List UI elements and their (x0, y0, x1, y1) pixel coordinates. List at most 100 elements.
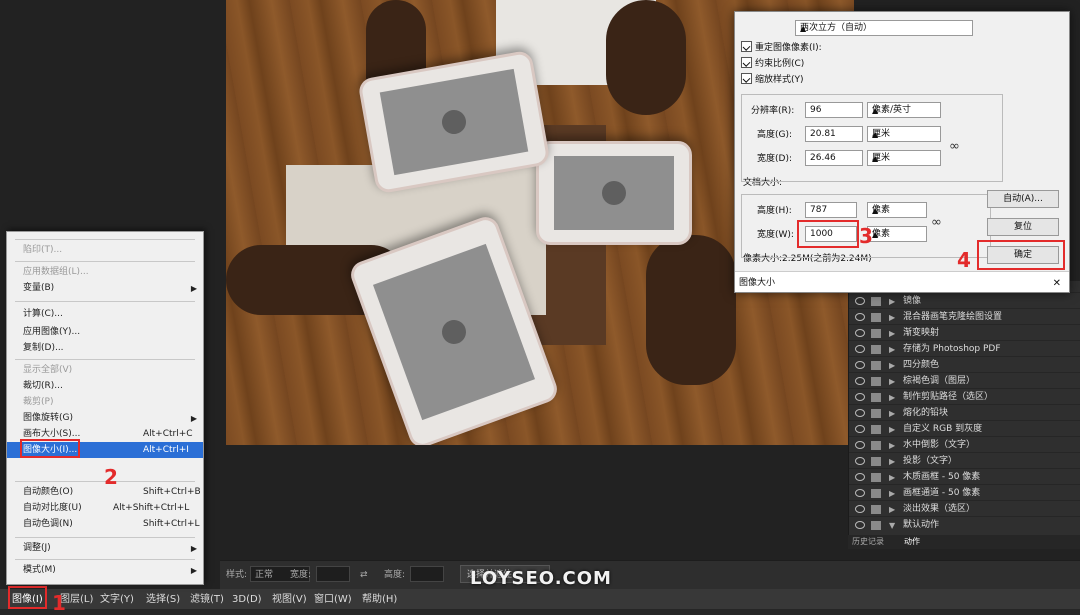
height-input[interactable] (410, 566, 444, 582)
menu-bar: 图像(I) 图层(L) 文字(Y) 选择(S) 滤镜(T) 3D(D) 视图(V… (0, 586, 1080, 609)
resolution-unit-select[interactable]: 像素/英寸 ▲ (867, 102, 941, 118)
height-input[interactable]: 787 (805, 202, 857, 218)
menu-item-auto-tone[interactable]: 自动色调(N) Shift+Ctrl+L (7, 516, 203, 532)
menu-item-reveal-all[interactable]: 显示全部(V) (7, 362, 203, 378)
checkmark-icon (855, 377, 865, 385)
resample-checkbox[interactable] (741, 41, 752, 52)
watermark: LOYSEO.COM (470, 568, 612, 589)
dialog-title: 图像大小 (739, 278, 776, 288)
dialog-toggle-icon (871, 297, 881, 306)
resolution-label: 分辨率(R): (751, 106, 795, 116)
actions-panel: ▼ 默认动作 ▶ 淡出效果（选区） ▶ 画框通道 - 50 像素 ▶ 木质画框 - 50… (848, 281, 1080, 549)
menu-item-apply-image[interactable]: 应用图像(Y)... (7, 324, 203, 340)
menu-item-auto-contrast[interactable]: 自动对比度(U) Alt+Shift+Ctrl+L (7, 500, 203, 516)
menu-item-canvas-size[interactable]: 画布大小(S)... Alt+Ctrl+C (7, 426, 203, 442)
auto-button[interactable]: 自动(A)... (987, 190, 1059, 208)
width-input[interactable] (316, 566, 350, 582)
menu-image[interactable]: 图像(I) (8, 586, 47, 609)
menu-select[interactable]: 选择(S) (146, 590, 180, 605)
phone-image (536, 141, 692, 245)
dialog-toggle-icon (871, 473, 881, 482)
hand-image (646, 235, 736, 385)
action-item[interactable]: ▶ 制作剪贴路径（选区） (849, 388, 1080, 405)
annotation-3: 3 (859, 224, 873, 248)
action-item[interactable]: ▶ 自定义 RGB 到灰度 (849, 420, 1080, 437)
tab-history[interactable]: 历史记录 (852, 536, 884, 547)
menu-item-calculations[interactable]: 计算(C)... (7, 306, 203, 322)
hand-image (606, 0, 686, 115)
reset-button[interactable]: 复位 (987, 218, 1059, 236)
dialog-toggle-icon (871, 409, 881, 418)
menu-help[interactable]: 帮助(H) (362, 590, 397, 605)
image-menu-dropdown: 模式(M) ▶ 调整(J) ▶ 自动色调(N) Shift+Ctrl+L 自动对比度(… (6, 231, 204, 585)
menu-item-apply-data-set[interactable]: 应用数据组(L)... (7, 264, 203, 280)
dialog-toggle-icon (871, 489, 881, 498)
width-unit-select[interactable]: 像素 ▲ (867, 226, 927, 242)
swap-icon[interactable]: ⇄ (360, 570, 368, 580)
dialog-toggle-icon (871, 377, 881, 386)
menu-item-duplicate[interactable]: 复制(D)... (7, 340, 203, 356)
link-icon[interactable]: ∞ (949, 139, 960, 154)
action-item[interactable]: ▶ 存储为 Photoshop PDF (849, 340, 1080, 357)
action-item[interactable]: ▶ 水中倒影（文字） (849, 436, 1080, 453)
checkmark-icon (855, 329, 865, 337)
doc-height-input[interactable]: 20.81 (805, 126, 863, 142)
menu-3d[interactable]: 3D(D) (232, 594, 262, 605)
dialog-toggle-icon (871, 393, 881, 402)
action-item[interactable]: ▶ 混合器画笔克隆绘图设置 (849, 308, 1080, 325)
action-item[interactable]: ▼ 默认动作 (849, 516, 1080, 533)
doc-width-input[interactable]: 26.46 (805, 150, 863, 166)
checkmark-icon (855, 473, 865, 481)
menu-item-crop[interactable]: 裁剪(P) (7, 394, 203, 410)
menu-window[interactable]: 窗口(W) (314, 590, 352, 605)
doc-height-label: 高度(G): (757, 130, 793, 140)
action-item[interactable]: ▶ 四分颜色 (849, 356, 1080, 373)
action-item[interactable]: ▶ 熔化的铅块 (849, 404, 1080, 421)
action-item[interactable]: ▶ 木质画框 - 50 像素 (849, 468, 1080, 485)
checkmark-icon (855, 313, 865, 321)
resolution-input[interactable]: 96 (805, 102, 863, 118)
scale-styles-checkbox[interactable] (741, 73, 752, 84)
checkmark-icon (855, 457, 865, 465)
width-label: 宽度(W): (757, 230, 794, 240)
height-unit-select[interactable]: 像素 ▲ (867, 202, 927, 218)
menu-item-trap[interactable]: 陷印(T)... (7, 242, 203, 258)
menu-item-image-rotation[interactable]: 图像旋转(G) ▶ (7, 410, 203, 426)
resample-method-select[interactable]: 两次立方（自动） ▲ (795, 20, 973, 36)
doc-height-unit-select[interactable]: 厘米 ▲ (867, 126, 941, 142)
action-item[interactable]: ▶ 画框通道 - 50 像素 (849, 484, 1080, 501)
dialog-toggle-icon (871, 441, 881, 450)
style-value: 正常 (255, 570, 274, 580)
checkmark-icon (855, 297, 865, 305)
annotation-4: 4 (957, 248, 971, 272)
options-bar: 样式: 正常 宽度: ⇄ 高度: 选择并遮住... (220, 560, 1080, 589)
menu-item-variables[interactable]: 变量(B) ▶ (7, 280, 203, 296)
menu-type[interactable]: 文字(Y) (100, 590, 134, 605)
close-icon[interactable]: ✕ (1053, 278, 1061, 289)
menu-item-mode[interactable]: 模式(M) ▶ (7, 562, 203, 578)
menu-filter[interactable]: 滤镜(T) (190, 590, 224, 605)
checkmark-icon (855, 441, 865, 449)
menu-view[interactable]: 视图(V) (272, 590, 307, 605)
height-label: 高度(H): (757, 206, 792, 216)
action-item[interactable]: ▶ 镜像 (849, 292, 1080, 309)
dialog-toggle-icon (871, 425, 881, 434)
menu-item-trim[interactable]: 裁切(R)... (7, 378, 203, 394)
action-item[interactable]: ▶ 渐变映射 (849, 324, 1080, 341)
tab-actions[interactable]: 动作 (904, 536, 920, 547)
dialog-toggle-icon (871, 505, 881, 514)
action-item[interactable]: ▶ 淡出效果（选区） (849, 500, 1080, 517)
link-icon[interactable]: ∞ (931, 215, 942, 230)
checkmark-icon (855, 489, 865, 497)
width-label: 宽度: (290, 570, 312, 580)
menu-item-analysis[interactable] (7, 234, 203, 236)
doc-width-unit-select[interactable]: 厘米 ▲ (867, 150, 941, 166)
menu-item-adjustments[interactable]: 调整(J) ▶ (7, 540, 203, 556)
menu-item-image-size[interactable]: 图像大小(I)... Alt+Ctrl+I (7, 439, 203, 458)
action-item[interactable]: ▶ 棕褐色调（图层） (849, 372, 1080, 389)
checkmark-icon (855, 505, 865, 513)
action-item[interactable]: ▶ 投影（文字） (849, 452, 1080, 469)
constrain-checkbox[interactable] (741, 57, 752, 68)
constrain-label: 约束比例(C) (755, 59, 805, 69)
checkmark-icon (855, 409, 865, 417)
